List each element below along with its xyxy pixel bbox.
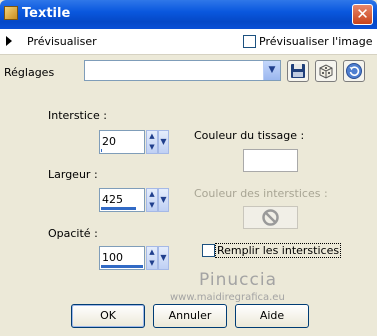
preview-label[interactable]: Prévisualiser <box>27 35 97 48</box>
width-spinner[interactable]: ▲ ▼ <box>146 188 158 212</box>
width-input[interactable]: 425 <box>99 188 145 212</box>
width-preset-menu[interactable]: ▼ <box>158 188 169 212</box>
expand-arrow-icon[interactable] <box>6 36 12 46</box>
dice-icon <box>319 64 333 79</box>
show-image-checkbox[interactable] <box>243 35 256 48</box>
cancel-button[interactable]: Annuler <box>153 304 227 328</box>
interstice-spinner[interactable]: ▲ ▼ <box>146 130 158 154</box>
fill-gaps-label[interactable]: Remplir les interstices <box>215 243 342 258</box>
help-button[interactable]: Aide <box>235 304 309 328</box>
width-value[interactable]: 425 <box>102 193 123 206</box>
chevron-down-icon[interactable]: ▼ <box>263 61 280 80</box>
opacity-value[interactable]: 100 <box>102 251 123 264</box>
close-button[interactable]: ✕ <box>352 4 373 25</box>
watermark-url: www.maidiregrafica.eu <box>170 292 285 303</box>
gap-color-label: Couleur des interstices : <box>194 187 328 200</box>
random-button[interactable] <box>315 60 337 82</box>
window-title: Textile <box>22 6 71 21</box>
undo-icon <box>346 63 362 79</box>
watermark-name: Pinuccia <box>199 270 277 290</box>
interstice-level-bar <box>101 149 102 152</box>
interstice-preset-menu[interactable]: ▼ <box>158 130 169 154</box>
opacity-spinner[interactable]: ▲ ▼ <box>146 246 158 270</box>
fill-gaps-checkbox[interactable] <box>202 244 215 257</box>
opacity-preset-menu[interactable]: ▼ <box>158 246 169 270</box>
show-image-label[interactable]: Prévisualiser l'image <box>259 35 372 48</box>
opacity-level-bar <box>101 265 143 268</box>
interstice-input[interactable]: 20 <box>99 130 145 154</box>
settings-select[interactable] <box>84 60 281 81</box>
settings-label: Réglages <box>4 66 55 79</box>
opacity-label: Opacité : <box>48 227 98 240</box>
interstice-value[interactable]: 20 <box>102 135 116 148</box>
opacity-input[interactable]: 100 <box>99 246 145 270</box>
weave-color-label: Couleur du tissage : <box>194 129 305 142</box>
save-preset-button[interactable] <box>287 60 309 82</box>
width-level-bar <box>101 207 136 210</box>
gap-color-swatch[interactable] <box>243 206 298 229</box>
ok-button[interactable]: OK <box>71 304 145 328</box>
interstice-label: Interstice : <box>48 109 107 122</box>
width-label: Largeur : <box>48 168 98 181</box>
no-entry-icon <box>262 209 279 226</box>
floppy-disk-icon <box>291 64 305 78</box>
reset-button[interactable] <box>343 60 365 82</box>
weave-color-swatch[interactable] <box>243 149 298 172</box>
app-icon <box>4 6 18 20</box>
